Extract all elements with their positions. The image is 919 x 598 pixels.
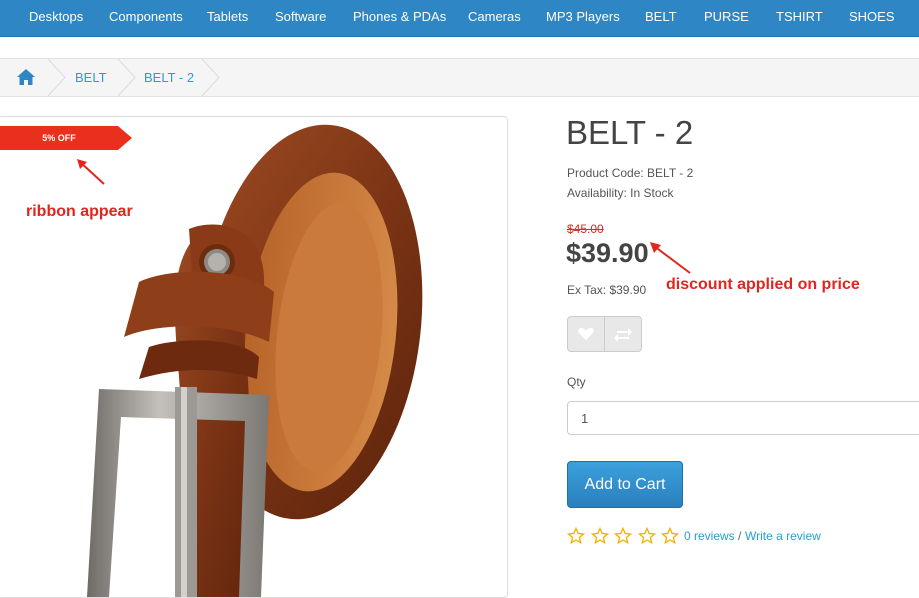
quantity-input[interactable] [567,401,919,435]
product-title: BELT - 2 [566,114,694,151]
annotation-price: discount applied on price [666,276,860,293]
menu-item-belt[interactable]: BELT [645,0,677,36]
annotation-ribbon: ribbon appear [26,203,133,220]
review-separator: / [738,529,742,543]
breadcrumb-separator [201,59,220,96]
menu-item-tablets[interactable]: Tablets [207,0,248,36]
star-empty-icon [638,527,656,545]
menu-item-purse[interactable]: PURSE [704,0,749,36]
exchange-icon [614,328,632,342]
star-empty-icon [661,527,679,545]
menu-item-phones[interactable]: Phones & PDAs [353,0,446,36]
menu-item-software[interactable]: Software [275,0,326,36]
menu-item-components[interactable]: Components [109,0,183,36]
compare-button[interactable] [604,316,642,352]
belt-image [87,124,423,597]
breadcrumb-belt[interactable]: BELT [75,59,107,96]
ex-tax: Ex Tax: $39.90 [567,283,647,297]
menu-item-cameras[interactable]: Cameras [468,0,521,36]
add-to-cart-button[interactable]: Add to Cart [567,461,683,508]
annotation-arrow-icon [77,159,105,185]
quantity-label: Qty [567,375,586,389]
menu-item-mp3-players[interactable]: MP3 Players [546,0,620,36]
breadcrumb: BELT BELT - 2 [0,58,919,97]
product-action-buttons [567,316,642,352]
top-menu: Desktops Components Tablets Software Pho… [0,0,919,37]
menu-item-tshirt[interactable]: TSHIRT [776,0,823,36]
menu-item-desktops[interactable]: Desktops [29,0,83,36]
heart-icon [578,327,594,340]
breadcrumb-separator [117,59,136,96]
star-empty-icon [591,527,609,545]
breadcrumb-belt-2[interactable]: BELT - 2 [144,59,194,96]
reviews-link[interactable]: 0 reviews [684,529,735,543]
star-empty-icon [614,527,632,545]
menu-item-shoes[interactable]: SHOES [849,0,895,36]
write-review-link[interactable]: Write a review [745,529,821,543]
star-empty-icon [567,527,585,545]
product-availability: Availability: In Stock [567,186,674,200]
breadcrumb-separator [47,59,66,96]
product-code: Product Code: BELT - 2 [567,166,694,180]
current-price: $39.90 [566,238,649,268]
old-price: $45.00 [567,222,604,236]
discount-ribbon-label: 5% OFF [42,133,76,143]
add-to-wishlist-button[interactable] [567,316,605,352]
product-image-frame[interactable] [0,116,508,598]
home-icon[interactable] [16,68,36,86]
annotation-arrow-icon [650,242,691,274]
